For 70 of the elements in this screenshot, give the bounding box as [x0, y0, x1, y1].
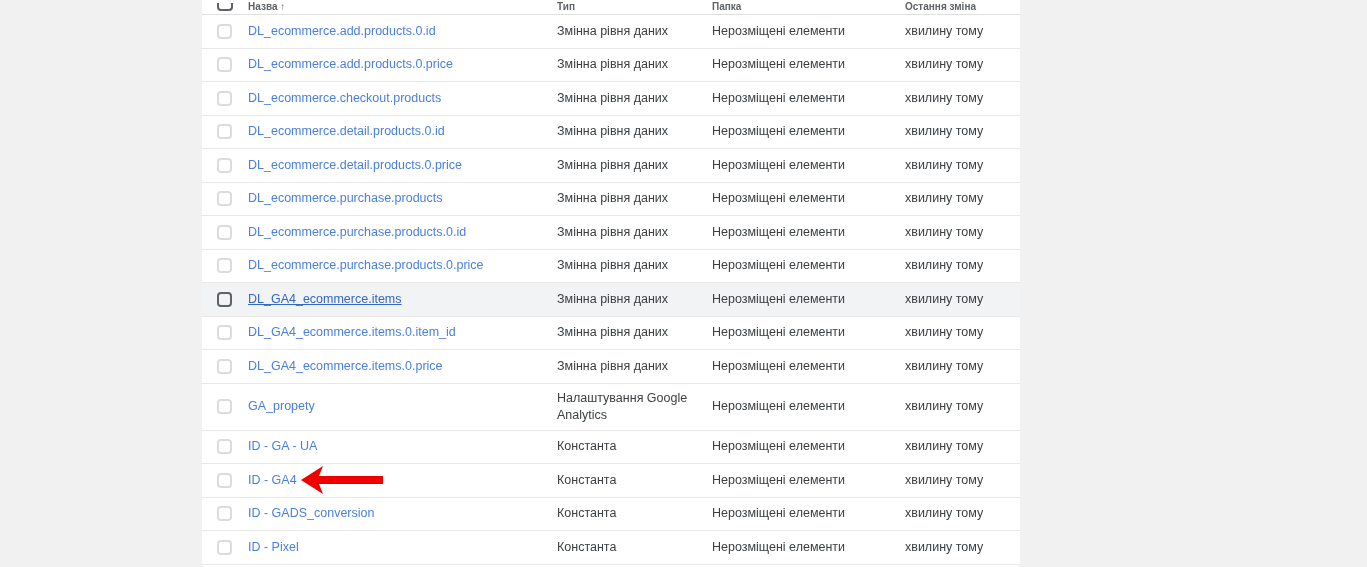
updated-text: хвилину тому	[905, 505, 985, 523]
column-header: Тип	[557, 2, 576, 12]
type-text: Змінна рівня даних	[557, 324, 670, 342]
folder-text: Нерозміщені елементи	[712, 471, 847, 489]
folder-text: Нерозміщені елементи	[712, 357, 847, 375]
variable-link[interactable]: DL_ecommerce.purchase.products.0.price	[248, 256, 484, 276]
folder-text: Нерозміщені елементи	[712, 223, 847, 241]
folder-text: Нерозміщені елементи	[712, 438, 847, 456]
updated-text: хвилину тому	[905, 223, 985, 241]
variable-link[interactable]: DL_GA4_ecommerce.items	[248, 289, 402, 309]
type-text: Константа	[557, 505, 618, 523]
variable-link[interactable]: DL_ecommerce.purchase.products	[248, 189, 443, 209]
type-text: Змінна рівня даних	[557, 156, 670, 174]
type-text: Змінна рівня даних	[557, 290, 670, 308]
folder-text: Нерозміщені елементи	[712, 123, 847, 141]
folder-text: Нерозміщені елементи	[712, 89, 847, 107]
folder-text: Нерозміщені елементи	[712, 538, 847, 556]
folder-text: Нерозміщені елементи	[712, 290, 847, 308]
type-text: Змінна рівня даних	[557, 56, 670, 74]
variable-link[interactable]: DL_ecommerce.detail.products.0.id	[248, 122, 445, 142]
variable-link[interactable]: DL_GA4_ecommerce.items.0.item_id	[248, 323, 456, 343]
updated-text: хвилину тому	[905, 398, 985, 416]
type-text: Константа	[557, 471, 618, 489]
type-text: Змінна рівня даних	[557, 223, 670, 241]
type-text: Константа	[557, 538, 618, 556]
updated-text: хвилину тому	[905, 22, 985, 40]
updated-text: хвилину тому	[905, 357, 985, 375]
updated-text: хвилину тому	[905, 438, 985, 456]
type-text: Змінна рівня даних	[557, 22, 670, 40]
variable-link[interactable]: DL_ecommerce.add.products.0.id	[248, 21, 436, 41]
updated-text: хвилину тому	[905, 56, 985, 74]
folder-text: Нерозміщені елементи	[712, 22, 847, 40]
type-text: Змінна рівня даних	[557, 357, 670, 375]
column-header[interactable]: Назва ↑	[248, 2, 557, 12]
type-text: Налаштування Google Analytics	[557, 389, 689, 424]
variable-link[interactable]: ID - GADS_conversion	[248, 504, 375, 524]
variable-link[interactable]: DL_GA4_ecommerce.items.0.price	[248, 356, 443, 376]
variable-link[interactable]: GA_propety	[248, 397, 315, 416]
folder-text: Нерозміщені елементи	[712, 324, 847, 342]
updated-text: хвилину тому	[905, 471, 985, 489]
variable-link[interactable]: DL_ecommerce.purchase.products.0.id	[248, 222, 467, 242]
variable-link[interactable]: ID - GA - UA	[248, 437, 318, 457]
folder-text: Нерозміщені елементи	[712, 398, 847, 416]
variable-link[interactable]: DL_ecommerce.checkout.products	[248, 88, 442, 108]
folder-text: Нерозміщені елементи	[712, 190, 847, 208]
type-text: Змінна рівня даних	[557, 257, 670, 275]
type-text: Змінна рівня даних	[557, 89, 670, 107]
updated-text: хвилину тому	[905, 89, 985, 107]
folder-text: Нерозміщені елементи	[712, 257, 847, 275]
updated-text: хвилину тому	[905, 123, 985, 141]
variable-link[interactable]: ID - GA4	[248, 470, 297, 490]
variable-link[interactable]: DL_ecommerce.detail.products.0.price	[248, 155, 462, 175]
updated-text: хвилину тому	[905, 538, 985, 556]
variable-link[interactable]: DL_ecommerce.add.products.0.price	[248, 55, 453, 75]
variable-link[interactable]: ID - Pixel	[248, 537, 299, 557]
column-header: Остання зміна	[905, 2, 977, 12]
updated-text: хвилину тому	[905, 156, 985, 174]
updated-text: хвилину тому	[905, 257, 985, 275]
folder-text: Нерозміщені елементи	[712, 505, 847, 523]
folder-text: Нерозміщені елементи	[712, 56, 847, 74]
folder-text: Нерозміщені елементи	[712, 156, 847, 174]
row-checkbox[interactable]	[217, 291, 232, 307]
column-header: Папка	[712, 2, 743, 12]
type-text: Змінна рівня даних	[557, 123, 670, 141]
updated-text: хвилину тому	[905, 324, 985, 342]
updated-text: хвилину тому	[905, 190, 985, 208]
updated-text: хвилину тому	[905, 290, 985, 308]
type-text: Константа	[557, 438, 618, 456]
select-all-checkbox[interactable]	[217, 3, 233, 11]
type-text: Змінна рівня даних	[557, 190, 670, 208]
